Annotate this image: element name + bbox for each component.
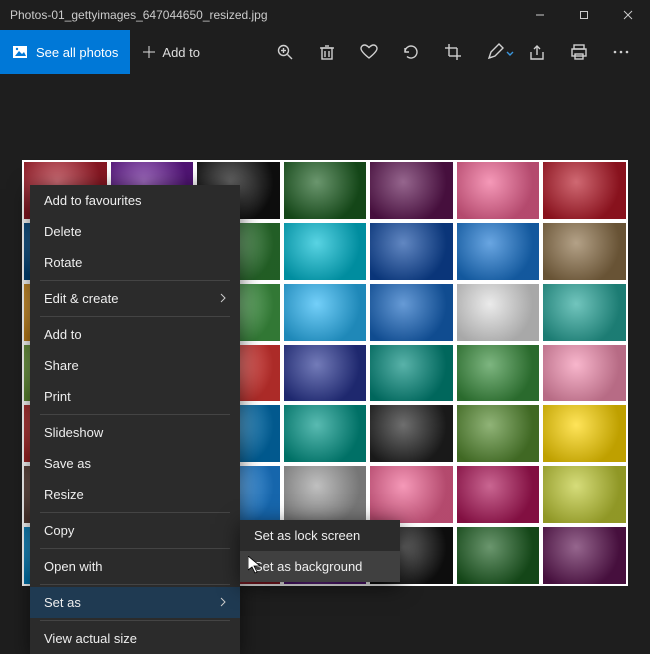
menu-open-with[interactable]: Open with: [30, 551, 240, 582]
menu-copy[interactable]: Copy: [30, 515, 240, 546]
menu-separator: [40, 548, 230, 549]
print-button[interactable]: [558, 30, 600, 74]
menu-label: Print: [44, 389, 71, 404]
rotate-button[interactable]: [390, 30, 432, 74]
menu-add-to[interactable]: Add to: [30, 319, 240, 350]
menu-slideshow[interactable]: Slideshow: [30, 417, 240, 448]
menu-label: Rotate: [44, 255, 82, 270]
title-bar: Photos - 01_gettyimages_647044650_resize…: [0, 0, 650, 30]
trash-icon: [319, 43, 335, 61]
menu-view-actual-size[interactable]: View actual size: [30, 623, 240, 654]
heart-icon: [360, 44, 378, 60]
menu-label: View actual size: [44, 631, 137, 646]
maximize-button[interactable]: [562, 0, 606, 30]
edit-button[interactable]: [474, 30, 516, 74]
app-name: Photos: [10, 8, 47, 22]
minimize-button[interactable]: [518, 0, 562, 30]
menu-share[interactable]: Share: [30, 350, 240, 381]
plus-icon: [142, 45, 156, 59]
rotate-icon: [402, 43, 420, 61]
share-icon: [528, 43, 546, 61]
menu-label: Add to favourites: [44, 193, 142, 208]
draw-edit-icon: [486, 43, 504, 61]
zoom-button[interactable]: [264, 30, 306, 74]
menu-label: Open with: [44, 559, 103, 574]
menu-label: Copy: [44, 523, 74, 538]
menu-label: Delete: [44, 224, 82, 239]
menu-separator: [40, 584, 230, 585]
menu-label: Save as: [44, 456, 91, 471]
ellipsis-icon: [613, 50, 629, 54]
menu-label: Share: [44, 358, 79, 373]
close-button[interactable]: [606, 0, 650, 30]
menu-separator: [40, 316, 230, 317]
see-all-photos-label: See all photos: [36, 45, 118, 60]
submenu-lock-screen[interactable]: Set as lock screen: [240, 520, 400, 551]
delete-button[interactable]: [306, 30, 348, 74]
menu-separator: [40, 414, 230, 415]
menu-separator: [40, 620, 230, 621]
menu-label: Add to: [44, 327, 82, 342]
toolbar: See all photos Add to: [0, 30, 650, 74]
window-controls: [518, 0, 650, 30]
crop-icon: [444, 43, 462, 61]
menu-add-to-favourites[interactable]: Add to favourites: [30, 185, 240, 216]
photos-icon: [12, 45, 28, 59]
menu-save-as[interactable]: Save as: [30, 448, 240, 479]
file-name: 01_gettyimages_647044650_resized.jpg: [51, 8, 267, 22]
set-as-submenu: Set as lock screen Set as background: [240, 520, 400, 582]
magnifier-icon: [276, 43, 294, 61]
menu-label: Slideshow: [44, 425, 103, 440]
add-to-label: Add to: [162, 45, 200, 60]
more-button[interactable]: [600, 30, 642, 74]
menu-separator: [40, 280, 230, 281]
share-button[interactable]: [516, 30, 558, 74]
context-menu: Add to favourites Delete Rotate Edit & c…: [30, 185, 240, 654]
menu-label: Edit & create: [44, 291, 118, 306]
menu-label: Set as: [44, 595, 81, 610]
menu-rotate[interactable]: Rotate: [30, 247, 240, 278]
favourite-button[interactable]: [348, 30, 390, 74]
tool-icons: [264, 30, 650, 74]
chevron-right-icon: [220, 595, 226, 610]
menu-set-as[interactable]: Set as: [30, 587, 240, 618]
print-icon: [570, 43, 588, 61]
menu-resize[interactable]: Resize: [30, 479, 240, 510]
chevron-down-icon: [506, 43, 514, 61]
chevron-right-icon: [220, 291, 226, 306]
menu-separator: [40, 512, 230, 513]
menu-edit-create[interactable]: Edit & create: [30, 283, 240, 314]
see-all-photos-button[interactable]: See all photos: [0, 30, 130, 74]
add-to-button[interactable]: Add to: [130, 30, 212, 74]
menu-label: Resize: [44, 487, 84, 502]
menu-delete[interactable]: Delete: [30, 216, 240, 247]
submenu-background[interactable]: Set as background: [240, 551, 400, 582]
submenu-label: Set as lock screen: [254, 528, 360, 543]
submenu-label: Set as background: [254, 559, 362, 574]
menu-print[interactable]: Print: [30, 381, 240, 412]
crop-button[interactable]: [432, 30, 474, 74]
